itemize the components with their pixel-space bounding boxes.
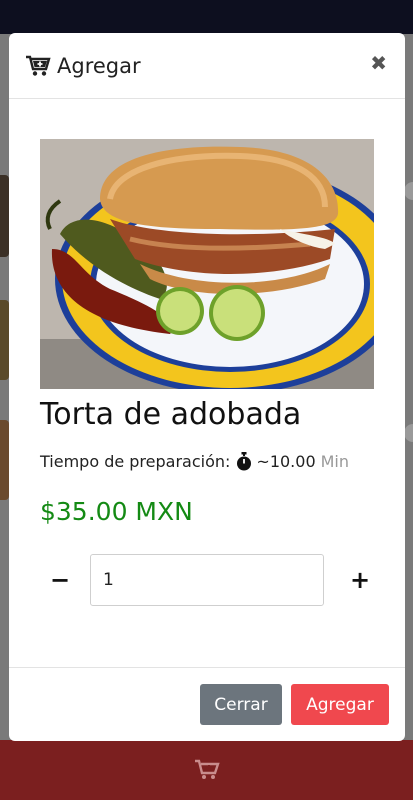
modal-title-text: Agregar	[57, 53, 141, 78]
add-to-cart-button[interactable]: Agregar	[291, 684, 389, 725]
prep-value: ~10.00	[256, 452, 316, 471]
prep-label: Tiempo de preparación:	[40, 452, 231, 471]
background-card-edge	[0, 420, 9, 500]
increase-quantity-button[interactable]: +	[340, 560, 380, 600]
background-card-edge	[0, 175, 9, 257]
product-name: Torta de adobada	[40, 397, 302, 432]
modal-title: Agregar	[25, 54, 141, 78]
cart-icon	[194, 759, 220, 779]
cart-plus-icon	[26, 55, 51, 76]
close-modal-button[interactable]: Cerrar	[200, 684, 282, 725]
modal-footer: Cerrar Agregar	[9, 667, 405, 741]
product-image	[40, 139, 374, 389]
modal-header: Agregar ✖	[9, 33, 405, 99]
background-bottom-cart-bar[interactable]	[0, 740, 413, 800]
modal-body: Torta de adobada Tiempo de preparación: …	[9, 99, 405, 606]
prep-unit: Min	[320, 452, 350, 471]
background-top-bar	[0, 0, 413, 34]
preparation-time: Tiempo de preparación: ~10.00 Min	[40, 452, 374, 471]
background-card-edge	[0, 300, 9, 380]
quantity-stepper: − +	[40, 554, 374, 606]
close-button[interactable]: ✖	[370, 53, 387, 73]
quantity-input[interactable]	[90, 554, 324, 606]
product-price: $35.00 MXN	[40, 497, 193, 526]
decrease-quantity-button[interactable]: −	[40, 560, 80, 600]
stopwatch-icon	[237, 452, 252, 471]
add-to-cart-modal: Agregar ✖ Torta de adobada Tiempo de pre…	[9, 33, 405, 741]
